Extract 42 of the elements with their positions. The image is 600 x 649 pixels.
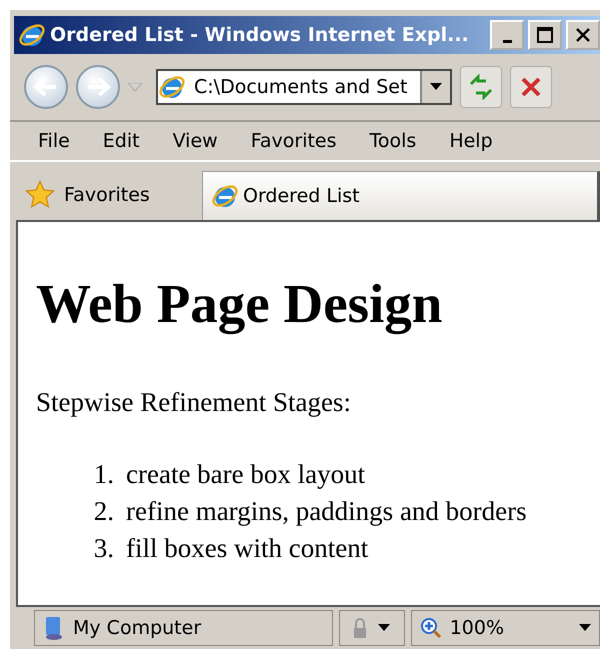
close-icon [575, 27, 591, 43]
back-arrow-icon [33, 76, 59, 98]
intro-text: Stepwise Refinement Stages: [36, 387, 352, 418]
back-button[interactable] [24, 65, 68, 109]
zone-text: My Computer [73, 617, 202, 639]
favorites-button[interactable]: Favorites [24, 170, 202, 220]
window-title: Ordered List - Windows Internet Expl... [50, 24, 470, 46]
browser-tab[interactable]: Ordered List [202, 171, 600, 220]
list-number: 1. [92, 458, 115, 491]
maximize-button[interactable] [528, 20, 562, 50]
star-icon [24, 180, 56, 210]
refresh-button[interactable] [460, 66, 502, 108]
menu-item[interactable]: View [172, 130, 218, 152]
list-item: create bare box layout [126, 458, 366, 491]
stop-button[interactable] [510, 66, 552, 108]
stop-icon [520, 76, 542, 98]
menu-item[interactable]: File [38, 130, 70, 152]
caret-icon [430, 83, 442, 91]
zoom-icon [420, 617, 442, 639]
caret-icon [378, 624, 390, 632]
menu-item[interactable]: Tools [370, 130, 416, 152]
menu-item[interactable]: Favorites [250, 130, 337, 152]
zoom-button[interactable]: 100% [410, 610, 600, 646]
maximize-icon [536, 26, 554, 44]
caret-icon [579, 624, 591, 632]
dropdown-button[interactable] [420, 71, 450, 103]
list-number: 2. [92, 495, 115, 528]
page-heading: Web Page Design [36, 272, 444, 335]
forward-button[interactable] [76, 65, 120, 109]
forward-arrow-icon [85, 76, 111, 98]
refresh-icon [468, 74, 494, 100]
close-button[interactable] [566, 20, 600, 50]
minimize-button[interactable] [490, 20, 524, 50]
minimize-icon [502, 40, 512, 42]
list-number: 3. [92, 532, 115, 565]
menu-item[interactable]: Edit [102, 130, 140, 152]
list-item: fill boxes with content [126, 532, 368, 565]
list-item: refine margins, paddings and borders [126, 495, 527, 528]
protected-mode-button[interactable] [338, 610, 405, 646]
computer-icon [43, 615, 65, 641]
menu-item[interactable]: Help [449, 130, 493, 152]
address-field[interactable]: C:\Documents and Set [156, 69, 452, 105]
